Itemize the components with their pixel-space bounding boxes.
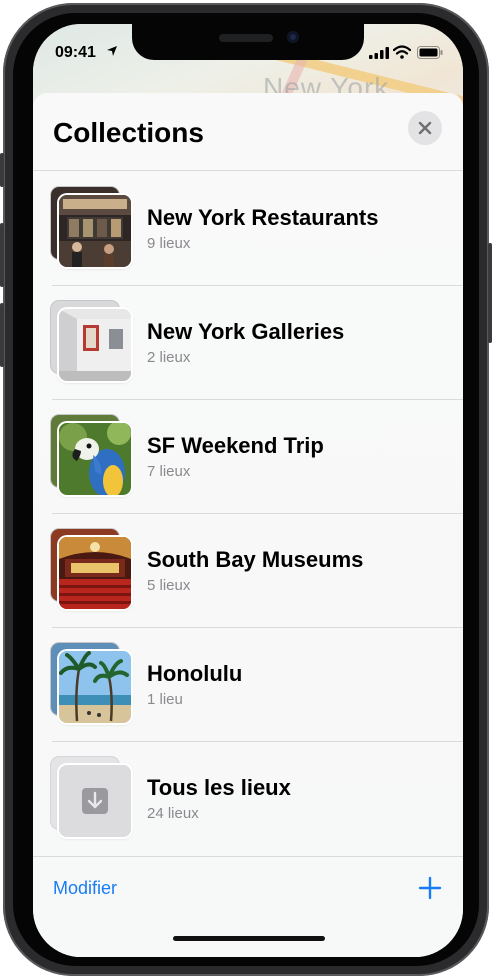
theater-photo [59,537,131,609]
collection-title: SF Weekend Trip [147,433,324,458]
collection-row-new-york-galleries[interactable]: New York Galleries 2 lieux [33,285,463,399]
download-tray-icon [59,765,131,837]
battery-icon [417,46,443,59]
beach-photo [59,651,131,723]
restaurant-photo [59,195,131,267]
collection-row-south-bay-museums[interactable]: South Bay Museums 5 lieux [33,513,463,627]
collection-count: 1 lieu [147,691,183,708]
earpiece-speaker [219,34,273,42]
collection-count: 24 lieux [147,805,199,822]
screen: New York 09:41 Collections New York Rest… [33,24,463,957]
collections-sheet: Collections New York Restaurants 9 lieux… [33,93,463,957]
collection-thumbnail [51,415,133,497]
location-arrow-icon [107,46,117,56]
sheet-title: Collections [53,117,204,148]
notch [132,24,364,60]
collection-thumbnail [51,301,133,383]
collection-title: New York Galleries [147,319,345,344]
device-frame: New York 09:41 Collections New York Rest… [0,3,492,976]
collection-thumbnail [51,757,133,839]
close-button[interactable] [408,111,442,145]
front-camera [287,31,299,43]
collection-count: 2 lieux [147,349,191,366]
add-collection-button[interactable] [417,875,443,901]
collection-title: Honolulu [147,661,243,686]
collection-row-tous-les-lieux[interactable]: Tous les lieux 24 lieux [33,741,463,855]
collection-row-sf-weekend-trip[interactable]: SF Weekend Trip 7 lieux [33,399,463,513]
volume-up-button [0,223,4,287]
collection-row-honolulu[interactable]: Honolulu 1 lieu [33,627,463,741]
gallery-photo [59,309,131,381]
power-button [488,243,492,343]
footer-separator [33,856,463,857]
collection-title: New York Restaurants [147,205,379,230]
collection-count: 9 lieux [147,235,191,252]
collection-count: 7 lieux [147,463,191,480]
collection-thumbnail [51,187,133,269]
status-time: 09:41 [55,44,96,61]
volume-down-button [0,303,4,367]
plus-icon [418,876,442,900]
wifi-icon [393,45,411,59]
collection-thumbnail [51,529,133,611]
collection-title: Tous les lieux [147,775,291,800]
collection-thumbnail [51,643,133,725]
collection-count: 5 lieux [147,577,191,594]
silent-switch [0,153,4,187]
collection-title: South Bay Museums [147,547,364,572]
close-icon [418,121,432,135]
home-indicator[interactable] [173,936,325,941]
cellular-signal-icon [369,47,389,59]
edit-button[interactable]: Modifier [53,878,117,899]
collection-row-new-york-restaurants[interactable]: New York Restaurants 9 lieux [33,171,463,285]
parrot-photo [59,423,131,495]
